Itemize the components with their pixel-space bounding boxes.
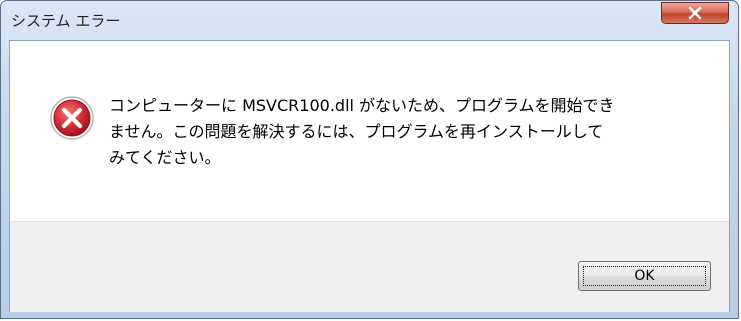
dialog-window: システム エラー コンピューターに MSVCR100.dll がないため、プログ…: [0, 0, 739, 319]
message-line-2: ません。この問題を解決するには、プログラムを再インストールして: [109, 122, 604, 141]
dialog-client-area: コンピューターに MSVCR100.dll がないため、プログラムを開始でき ま…: [9, 40, 730, 312]
button-bar: OK: [10, 221, 729, 312]
error-icon: [48, 94, 96, 142]
title-bar[interactable]: システム エラー: [1, 1, 738, 39]
error-message: コンピューターに MSVCR100.dll がないため、プログラムを開始でき ま…: [109, 93, 694, 171]
close-button[interactable]: [661, 2, 729, 24]
close-icon: [662, 3, 728, 23]
message-line-3: みてください。: [109, 148, 221, 167]
message-line-1: コンピューターに MSVCR100.dll がないため、プログラムを開始でき: [109, 96, 615, 115]
window-title: システム エラー: [11, 12, 121, 30]
ok-button[interactable]: OK: [578, 261, 711, 291]
message-area: コンピューターに MSVCR100.dll がないため、プログラムを開始でき ま…: [10, 41, 729, 221]
ok-button-label: OK: [634, 268, 655, 284]
